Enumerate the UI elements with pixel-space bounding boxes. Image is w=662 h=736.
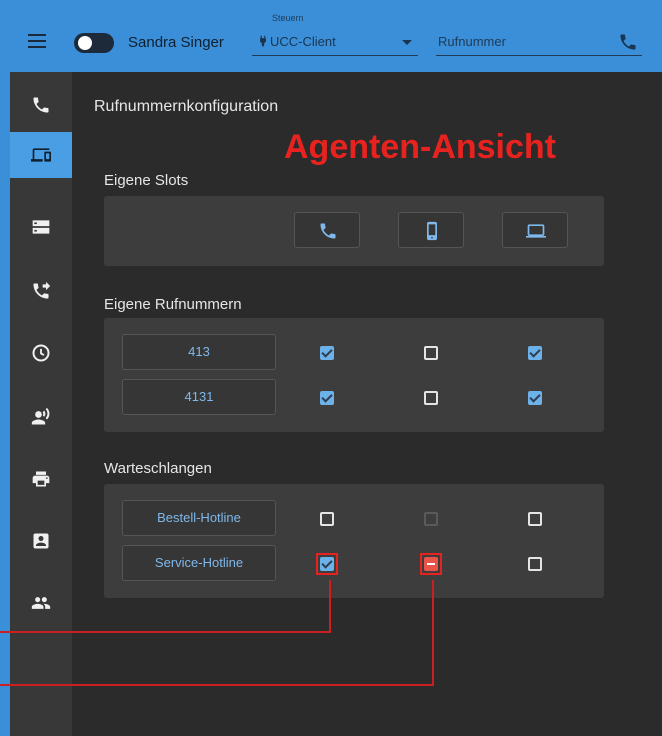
number-4131-slot-laptop-checkbox[interactable]: [528, 391, 542, 405]
sidebar: [10, 72, 72, 736]
client-select-value: UCC-Client: [270, 34, 336, 49]
user-name: Sandra Singer: [128, 34, 224, 51]
chevron-down-icon: [402, 40, 412, 45]
call-icon[interactable]: [618, 32, 638, 52]
steuern-label: Steuern: [272, 13, 304, 23]
call-forward-icon: [33, 281, 51, 299]
client-select[interactable]: UCC-Client: [252, 30, 418, 56]
clock-icon: [32, 344, 50, 362]
sidebar-item-voice[interactable]: [10, 394, 72, 440]
sidebar-item-phone[interactable]: [10, 82, 72, 128]
numbers-card: 413 4131: [104, 318, 604, 432]
annotation-line-2-vertical: [432, 580, 434, 686]
phone-number-field: [436, 30, 642, 56]
annotation-line-1-vertical: [329, 580, 331, 633]
server-icon: [32, 220, 50, 234]
queues-card: Bestell-Hotline Service-Hotline: [104, 484, 604, 598]
queue-button-service-hotline[interactable]: Service-Hotline: [122, 545, 276, 581]
slots-card: [104, 196, 604, 266]
slot-phone-button[interactable]: [294, 212, 360, 248]
slot-mobile-button[interactable]: [398, 212, 464, 248]
sidebar-item-contacts[interactable]: [10, 518, 72, 564]
agent-view-label: Agenten-Ansicht: [284, 128, 556, 166]
group-icon: [31, 597, 51, 609]
slot-laptop-button[interactable]: [502, 212, 568, 248]
queue-bestell-slot-phone-checkbox[interactable]: [320, 512, 334, 526]
queues-title: Warteschlangen: [104, 460, 212, 477]
devices-icon: [31, 148, 51, 162]
queue-bestell-slot-laptop-checkbox[interactable]: [528, 512, 542, 526]
phone-icon: [33, 97, 49, 113]
printer-icon: [32, 471, 50, 487]
voice-user-icon: [31, 407, 50, 425]
main-content: Rufnummernkonfiguration Agenten-Ansicht …: [72, 72, 662, 736]
sidebar-item-history[interactable]: [10, 330, 72, 376]
sidebar-item-groups[interactable]: [10, 580, 72, 626]
queue-service-slot-mobile-checkbox[interactable]: [424, 557, 438, 571]
contact-card-icon: [33, 533, 49, 549]
top-app-bar: Sandra Singer Steuern UCC-Client: [0, 0, 662, 72]
window-edge: [0, 72, 10, 736]
numbers-title: Eigene Rufnummern: [104, 296, 242, 313]
number-4131-slot-mobile-checkbox[interactable]: [424, 391, 438, 405]
number-button-4131[interactable]: 4131: [122, 379, 276, 415]
sidebar-item-call-forward[interactable]: [10, 268, 72, 314]
sidebar-item-server[interactable]: [10, 204, 72, 250]
sidebar-item-devices[interactable]: [10, 132, 72, 178]
number-413-slot-mobile-checkbox[interactable]: [424, 346, 438, 360]
toggle-knob: [78, 36, 92, 50]
number-button-413[interactable]: 413: [122, 334, 276, 370]
phone-icon: [320, 223, 336, 239]
availability-toggle[interactable]: [74, 33, 114, 53]
laptop-icon: [526, 224, 546, 238]
number-4131-slot-phone-checkbox[interactable]: [320, 391, 334, 405]
slots-title: Eigene Slots: [104, 172, 189, 189]
sidebar-item-print[interactable]: [10, 456, 72, 502]
menu-icon[interactable]: [28, 34, 48, 48]
queue-service-slot-laptop-checkbox[interactable]: [528, 557, 542, 571]
plug-icon: [260, 35, 266, 47]
mobile-icon: [427, 221, 437, 241]
page-title: Rufnummernkonfiguration: [94, 98, 279, 115]
queue-bestell-slot-mobile-checkbox: [424, 512, 438, 526]
annotation-line-2-horizontal: [0, 684, 434, 686]
phone-number-input[interactable]: [438, 34, 608, 49]
queue-button-bestell-hotline[interactable]: Bestell-Hotline: [122, 500, 276, 536]
number-413-slot-laptop-checkbox[interactable]: [528, 346, 542, 360]
annotation-line-1-horizontal: [0, 631, 331, 633]
queue-service-slot-phone-checkbox[interactable]: [320, 557, 334, 571]
number-413-slot-phone-checkbox[interactable]: [320, 346, 334, 360]
